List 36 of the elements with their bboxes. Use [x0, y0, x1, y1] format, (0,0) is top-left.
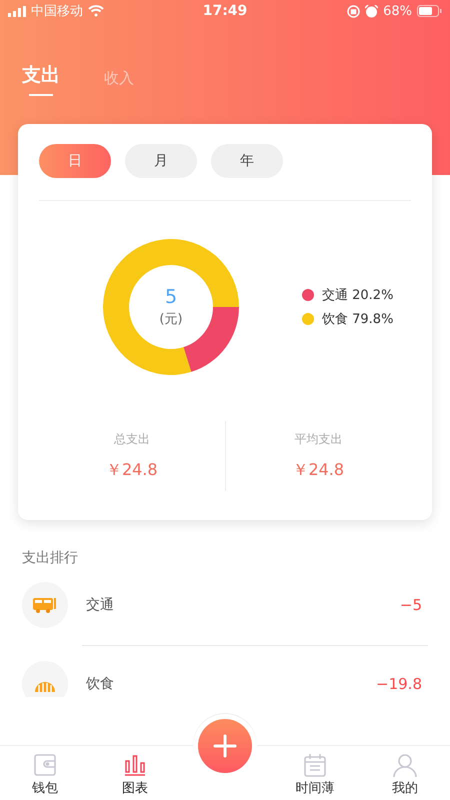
- rotation-lock-icon: [347, 4, 360, 18]
- plus-icon: [213, 734, 237, 758]
- calendar-icon: [303, 753, 327, 777]
- nav-item[interactable]: 时间薄: [270, 746, 360, 800]
- status-time: 17:49: [202, 3, 248, 19]
- category-amount: −5: [400, 596, 422, 614]
- legend-label: 饮食 79.8%: [322, 311, 394, 328]
- center-unit: (元): [159, 311, 183, 328]
- user-icon: [393, 753, 417, 777]
- category-amount: −19.8: [376, 675, 422, 693]
- period-button[interactable]: 月: [125, 144, 197, 178]
- battery-icon: [417, 5, 442, 17]
- add-button[interactable]: [198, 719, 252, 773]
- stat-label: 平均支出: [294, 431, 342, 448]
- stat-value: ￥24.8: [106, 460, 158, 481]
- period-button[interactable]: 年: [211, 144, 283, 178]
- bus-icon: [33, 597, 57, 613]
- nav-item[interactable]: 钱包: [0, 746, 90, 800]
- wifi-icon: [88, 5, 104, 17]
- category-name: 饮食: [86, 675, 115, 693]
- stat-label: 总支出: [114, 431, 150, 448]
- bar-chart-icon: [123, 753, 147, 777]
- section-title: 支出排行: [22, 549, 79, 567]
- center-value: 5: [164, 286, 178, 308]
- category-name: 交通: [86, 596, 115, 614]
- wallet-icon: [33, 753, 57, 777]
- nav-item[interactable]: 图表: [90, 746, 180, 800]
- signal-icon: [8, 6, 26, 16]
- battery-percent: 68%: [383, 4, 412, 18]
- stat-value: ￥24.8: [292, 460, 344, 481]
- ranking-row[interactable]: 饮食 −19.8: [22, 660, 450, 697]
- nav-item[interactable]: 我的: [360, 746, 450, 800]
- ranking-row[interactable]: 交通 −5: [22, 581, 450, 629]
- carrier-name: 中国移动: [31, 3, 83, 20]
- legend-label: 交通 20.2%: [322, 287, 394, 304]
- alarm-icon: [365, 4, 378, 18]
